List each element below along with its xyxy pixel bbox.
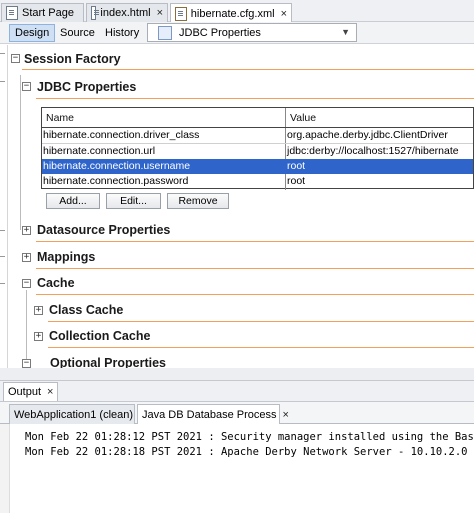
xml-file-icon [175, 6, 187, 21]
remove-property-button[interactable]: Remove [167, 193, 229, 209]
tab-index-html[interactable]: index.html × [86, 3, 168, 22]
gutter-mark [0, 256, 5, 257]
console-toolbar-strip [0, 424, 10, 513]
section-divider [48, 321, 474, 322]
collapse-toggle-icon[interactable]: − [22, 359, 31, 368]
property-name[interactable]: hibernate.connection.driver_class [42, 128, 285, 143]
close-icon[interactable]: × [47, 386, 53, 398]
expand-toggle-icon[interactable]: + [22, 226, 31, 235]
property-value[interactable]: org.apache.derby.jdbc.ClientDriver [286, 128, 473, 143]
section-mappings[interactable]: Mappings [37, 250, 95, 264]
tree-guide-line [26, 290, 27, 368]
expand-toggle-icon[interactable]: + [34, 306, 43, 315]
section-divider [48, 347, 474, 348]
section-divider [22, 69, 474, 70]
property-name[interactable]: hibernate.connection.username [42, 159, 286, 174]
table-row[interactable]: hibernate.connection.driver_class org.ap… [42, 128, 473, 143]
section-datasource-properties[interactable]: Datasource Properties [37, 223, 170, 237]
column-header-name[interactable]: Name [42, 108, 286, 126]
html-file-icon [91, 6, 100, 20]
section-optional-properties[interactable]: Optional Properties [50, 356, 166, 368]
tab-label: hibernate.cfg.xml [190, 7, 275, 20]
section-jdbc-properties[interactable]: JDBC Properties [37, 80, 136, 94]
tab-label: Start Page [22, 7, 74, 19]
output-tab-java-db-process[interactable]: Java DB Database Process × [137, 404, 289, 424]
property-name[interactable]: hibernate.connection.url [42, 144, 285, 159]
editor-view-toolbar: Design Source History JDBC Properties ▼ [0, 22, 474, 44]
collapse-toggle-icon[interactable]: − [11, 54, 20, 63]
tab-hibernate-cfg-xml[interactable]: hibernate.cfg.xml × [170, 3, 292, 23]
property-value[interactable]: root [286, 159, 473, 174]
property-value[interactable]: jdbc:derby://localhost:1527/hibernate [286, 144, 473, 159]
expand-toggle-icon[interactable]: + [34, 332, 43, 341]
output-tab-webapplication1-clean[interactable]: WebApplication1 (clean) [9, 404, 135, 424]
editor-gutter [0, 45, 8, 368]
history-view-button[interactable]: History [100, 24, 144, 42]
tab-label: index.html [100, 7, 151, 19]
properties-icon [158, 25, 172, 40]
output-tab-strip: WebApplication1 (clean) Java DB Database… [0, 402, 474, 424]
output-window-header: Output × [0, 380, 474, 402]
console-line: Mon Feb 22 01:28:12 PST 2021 : Security … [25, 431, 474, 443]
edit-property-button[interactable]: Edit... [106, 193, 161, 209]
section-divider [36, 294, 474, 295]
collapse-toggle-icon[interactable]: − [22, 82, 31, 91]
section-select-value: JDBC Properties [179, 26, 261, 39]
section-divider [36, 241, 474, 242]
section-cache[interactable]: Cache [37, 276, 75, 290]
design-panel: − Session Factory − JDBC Properties Name… [0, 45, 474, 368]
output-console[interactable]: Mon Feb 22 01:28:12 PST 2021 : Security … [0, 424, 474, 513]
section-class-cache[interactable]: Class Cache [49, 303, 123, 317]
section-divider [36, 98, 474, 99]
table-row[interactable]: hibernate.connection.url jdbc:derby://lo… [42, 144, 473, 159]
output-window-tab[interactable]: Output × [3, 382, 59, 401]
expand-toggle-icon[interactable]: + [22, 253, 31, 262]
editor-tab-strip: Start Page index.html × hibernate.cfg.xm… [0, 0, 474, 23]
output-tab-label: WebApplication1 (clean) [14, 408, 134, 421]
jdbc-properties-table: Name Value hibernate.connection.driver_c… [41, 107, 474, 190]
chevron-down-icon: ▼ [341, 27, 350, 37]
output-title: Output [8, 386, 42, 398]
design-view-button[interactable]: Design [9, 24, 56, 42]
property-value[interactable]: root [286, 174, 473, 189]
console-line: Mon Feb 22 01:28:18 PST 2021 : Apache De… [25, 446, 474, 458]
gutter-mark [0, 230, 5, 231]
add-property-button[interactable]: Add... [46, 193, 100, 209]
section-select[interactable]: JDBC Properties ▼ [147, 23, 357, 42]
section-divider [36, 268, 474, 269]
close-icon[interactable]: × [157, 7, 163, 19]
tab-start-page[interactable]: Start Page [1, 3, 84, 22]
section-collection-cache[interactable]: Collection Cache [49, 329, 150, 343]
table-row[interactable]: hibernate.connection.password root [42, 174, 473, 189]
start-page-icon [6, 6, 18, 20]
table-row-selected[interactable]: hibernate.connection.username root [42, 159, 473, 174]
gutter-mark [0, 283, 5, 284]
section-session-factory[interactable]: Session Factory [24, 52, 121, 66]
window-splitter[interactable] [0, 368, 474, 380]
close-icon[interactable]: × [281, 8, 287, 20]
gutter-mark [0, 81, 5, 82]
source-view-button[interactable]: Source [55, 24, 100, 42]
close-icon[interactable]: × [283, 409, 289, 421]
tree-guide-line [20, 75, 21, 230]
property-name[interactable]: hibernate.connection.password [42, 174, 285, 189]
collapse-toggle-icon[interactable]: − [22, 279, 31, 288]
column-header-value[interactable]: Value [286, 108, 473, 126]
gutter-mark [0, 53, 5, 54]
output-tab-label: Java DB Database Process [142, 408, 277, 421]
